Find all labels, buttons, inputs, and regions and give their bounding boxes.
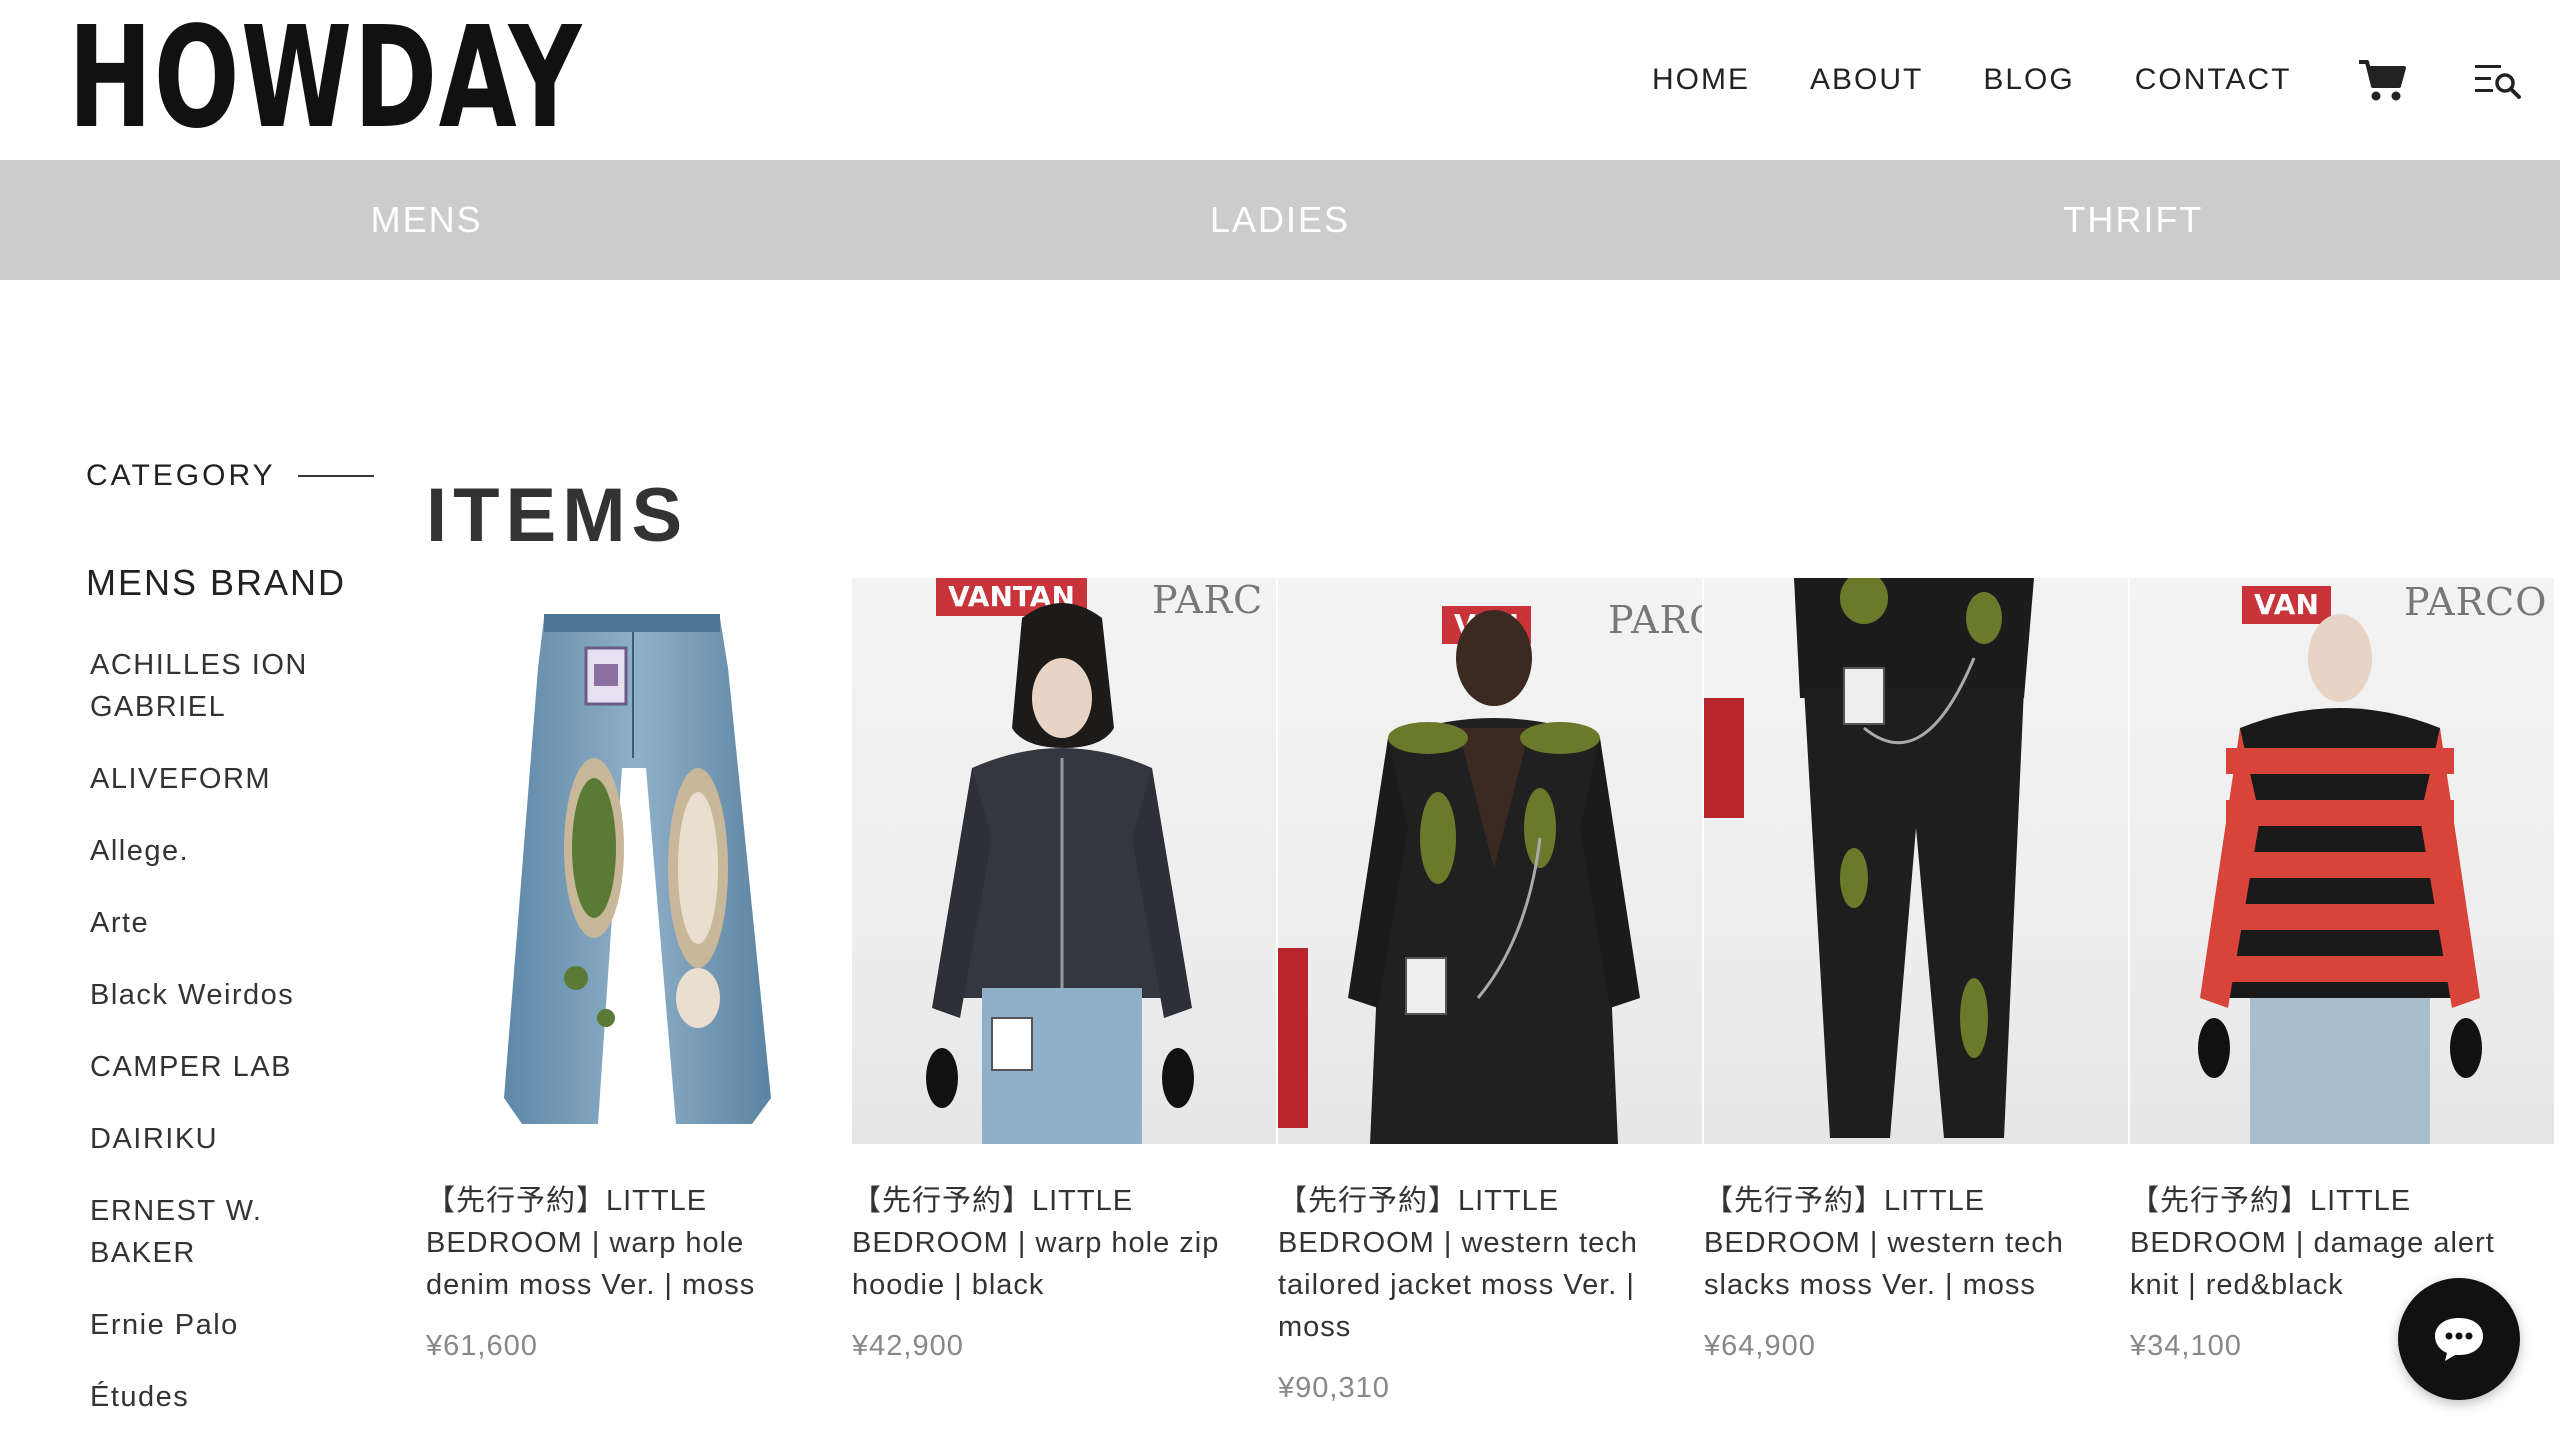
product-card[interactable]: VAN PARC 【先行予約】LITTLE BEDROOM | western … [1278, 578, 1704, 1405]
cart-icon [2358, 60, 2406, 101]
brand-link[interactable]: DAIRIKU [90, 1118, 330, 1160]
menu-search-icon [2474, 65, 2521, 99]
product-card[interactable]: 【先行予約】LITTLE BEDROOM | western tech slac… [1704, 578, 2130, 1405]
brand-link[interactable]: Ernie Palo [90, 1304, 330, 1346]
product-name[interactable]: 【先行予約】LITTLE BEDROOM | western tech slac… [1704, 1180, 2104, 1306]
nav-blog[interactable]: BLOG [1983, 56, 2074, 104]
sidebar: CATEGORY MENS BRAND ACHILLES ION GABRIEL… [86, 440, 386, 1448]
site-header: HOWDAY HOME ABOUT BLOG CONTACT [0, 0, 2560, 160]
product-card[interactable]: 【先行予約】LITTLE BEDROOM | warp hole denim m… [426, 578, 852, 1405]
brand-link[interactable]: Études [90, 1376, 330, 1418]
category-thrift[interactable]: THRIFT [1707, 160, 2560, 280]
chat-bubble-icon [2435, 1318, 2483, 1361]
category-mens[interactable]: MENS [0, 160, 853, 280]
brand-link[interactable]: Arte [90, 902, 330, 944]
product-price: ¥42,900 [852, 1330, 964, 1362]
category-heading-label: CATEGORY [86, 459, 276, 492]
page-title: ITEMS [426, 472, 689, 558]
nav-contact[interactable]: CONTACT [2135, 56, 2292, 104]
brand-link[interactable]: Black Weirdos [90, 974, 330, 1016]
denim-jeans-image [504, 614, 771, 1124]
product-name[interactable]: 【先行予約】LITTLE BEDROOM | warp hole zip hoo… [852, 1180, 1252, 1306]
product-price: ¥64,900 [1704, 1330, 1816, 1362]
brand-link[interactable]: ACHILLES ION GABRIEL [90, 644, 330, 728]
product-card[interactable]: VANTAN PARC 【先行予約】LITTLE BEDROOM | warp … [852, 578, 1278, 1405]
model-hoodie-image [926, 603, 1194, 1144]
top-nav: HOME ABOUT BLOG CONTACT [1652, 56, 2528, 104]
product-price: ¥90,310 [1278, 1372, 1390, 1404]
heading-divider [297, 475, 374, 477]
brand-list: ACHILLES ION GABRIEL ALIVEFORM Allege. A… [86, 644, 386, 1418]
product-image[interactable]: VAN PARC [1278, 578, 1702, 1144]
model-jacket-image [1278, 610, 1640, 1144]
menu-search-button[interactable] [2468, 56, 2528, 104]
product-image[interactable]: VAN PARCO [2130, 578, 2554, 1144]
brand-link[interactable]: CAMPER LAB [90, 1046, 330, 1088]
model-knit-image [2198, 614, 2482, 1144]
model-slacks-image [1704, 578, 2034, 1138]
brand-link[interactable]: ALIVEFORM [90, 758, 330, 800]
product-image[interactable]: VANTAN PARC [852, 578, 1276, 1144]
product-image[interactable] [1704, 578, 2128, 1144]
product-card[interactable]: VAN PARCO 【先行予約】LITTLE BEDROOM | damage … [2130, 578, 2556, 1405]
product-name[interactable]: 【先行予約】LITTLE BEDROOM | warp hole denim m… [426, 1180, 826, 1306]
nav-about[interactable]: ABOUT [1810, 56, 1923, 104]
site-logo[interactable]: HOWDAY [68, 9, 583, 149]
cart-button[interactable] [2352, 56, 2412, 104]
product-name[interactable]: 【先行予約】LITTLE BEDROOM | western tech tail… [1278, 1180, 1678, 1348]
nav-home[interactable]: HOME [1652, 56, 1750, 104]
product-price: ¥61,600 [426, 1330, 538, 1362]
brand-link[interactable]: Allege. [90, 830, 330, 872]
category-ladies[interactable]: LADIES [853, 160, 1706, 280]
mens-brand-heading[interactable]: MENS BRAND [86, 562, 386, 604]
product-grid: 【先行予約】LITTLE BEDROOM | warp hole denim m… [426, 578, 2556, 1405]
chat-button[interactable] [2398, 1278, 2520, 1400]
category-bar: MENS LADIES THRIFT [0, 160, 2560, 280]
product-image[interactable] [426, 578, 850, 1144]
brand-link[interactable]: ERNEST W. BAKER [90, 1190, 330, 1274]
category-heading: CATEGORY [86, 440, 386, 512]
